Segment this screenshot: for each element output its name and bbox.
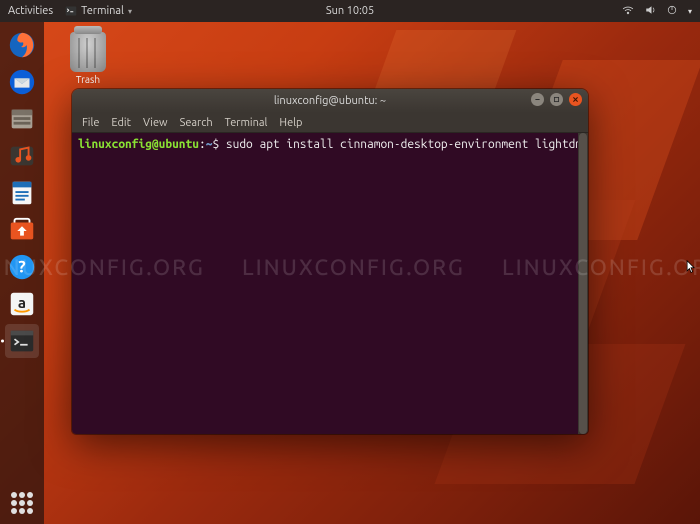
power-icon [666, 4, 678, 18]
terminal-body[interactable]: linuxconfig@ubuntu:~$ sudo apt install c… [72, 133, 588, 434]
dock-firefox[interactable] [5, 28, 39, 62]
show-applications-button[interactable] [0, 492, 44, 514]
menubar-help[interactable]: Help [279, 117, 302, 129]
window-maximize-button[interactable] [550, 93, 563, 106]
svg-text:a: a [18, 294, 26, 311]
trash-label: Trash [58, 74, 118, 85]
window-close-button[interactable] [569, 93, 582, 106]
dock-libreoffice-writer[interactable] [5, 176, 39, 210]
terminal-icon [65, 5, 77, 17]
menubar-search[interactable]: Search [180, 117, 213, 129]
volume-icon [644, 4, 656, 18]
menubar-edit[interactable]: Edit [111, 117, 131, 129]
dock-rhythmbox[interactable] [5, 139, 39, 173]
ubuntu-dock: ? a [0, 22, 44, 524]
network-icon [622, 4, 634, 18]
clock[interactable]: Sun 10:05 [326, 5, 374, 17]
cursor-icon [686, 260, 696, 274]
apps-grid-icon [11, 492, 33, 514]
terminal-window: linuxconfig@ubuntu: ~ File Edit View Sea… [72, 89, 588, 434]
menubar-terminal[interactable]: Terminal [225, 117, 268, 129]
dock-files[interactable] [5, 102, 39, 136]
prompt-symbol: $ [212, 138, 225, 151]
system-status-area[interactable]: ▾ [622, 4, 692, 18]
chevron-down-icon: ▾ [128, 7, 132, 16]
close-icon [572, 96, 579, 103]
app-menu-label: Terminal [81, 5, 124, 17]
dock-amazon[interactable]: a [5, 287, 39, 321]
minimize-icon [534, 96, 541, 103]
terminal-command: sudo apt install cinnamon-desktop-enviro… [226, 138, 582, 151]
terminal-menubar: File Edit View Search Terminal Help [72, 113, 588, 133]
scrollbar-thumb[interactable] [579, 133, 587, 434]
trash-icon [70, 32, 106, 72]
maximize-icon [553, 96, 560, 103]
window-title: linuxconfig@ubuntu: ~ [274, 95, 386, 107]
menubar-file[interactable]: File [82, 117, 99, 129]
app-menu[interactable]: Terminal ▾ [65, 5, 132, 17]
desktop-trash[interactable]: Trash [58, 32, 118, 85]
activities-button[interactable]: Activities [8, 5, 53, 17]
prompt-colon: : [199, 138, 206, 151]
dock-help[interactable]: ? [5, 250, 39, 284]
window-minimize-button[interactable] [531, 93, 544, 106]
dock-terminal[interactable] [5, 324, 39, 358]
terminal-scrollbar[interactable] [578, 133, 588, 434]
svg-text:?: ? [18, 258, 25, 277]
prompt-user: linuxconfig@ubuntu [78, 138, 199, 151]
menubar-view[interactable]: View [143, 117, 168, 129]
window-titlebar[interactable]: linuxconfig@ubuntu: ~ [72, 89, 588, 113]
dock-ubuntu-software[interactable] [5, 213, 39, 247]
gnome-top-bar: Activities Terminal ▾ Sun 10:05 ▾ [0, 0, 700, 22]
chevron-down-icon: ▾ [688, 7, 692, 16]
dock-thunderbird[interactable] [5, 65, 39, 99]
